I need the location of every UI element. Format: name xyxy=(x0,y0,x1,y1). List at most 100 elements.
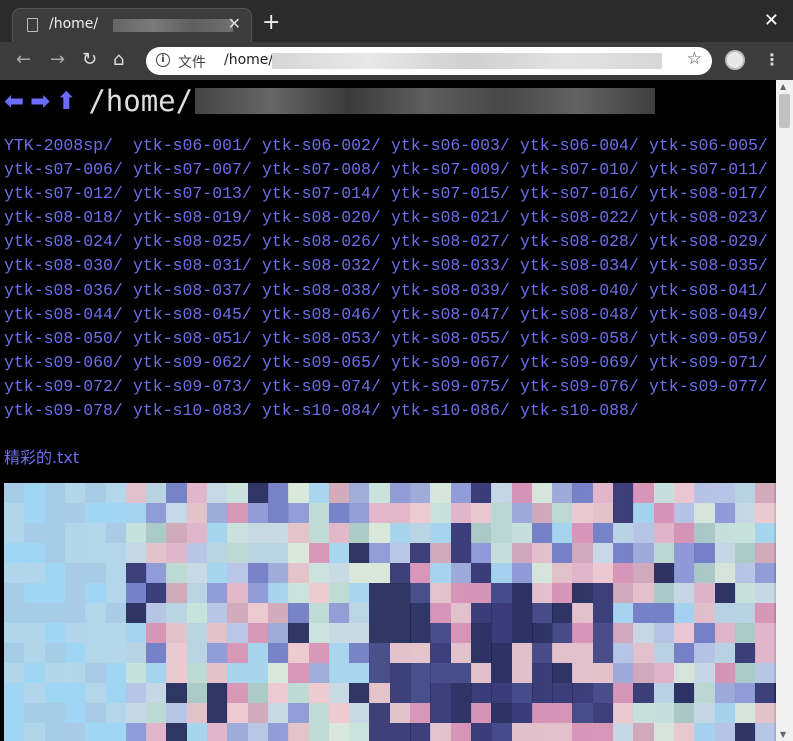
close-icon[interactable]: ✕ xyxy=(228,14,241,33)
plus-icon[interactable]: + xyxy=(262,12,280,34)
directory-link[interactable]: ytk-s10-084/ xyxy=(262,401,391,425)
menu-icon[interactable]: ⋮ xyxy=(764,50,780,69)
directory-link[interactable]: ytk-s09-058/ xyxy=(520,329,649,353)
directory-link[interactable]: ytk-s07-014/ xyxy=(262,184,391,208)
directory-link[interactable]: ytk-s08-044/ xyxy=(4,305,133,329)
directory-link[interactable]: ytk-s08-045/ xyxy=(133,305,262,329)
directory-link[interactable]: ytk-s10-083/ xyxy=(133,401,262,425)
directory-link[interactable]: ytk-s06-003/ xyxy=(391,136,520,160)
preview-pixel xyxy=(308,683,330,703)
directory-link[interactable]: ytk-s09-062/ xyxy=(133,353,262,377)
window-close-icon[interactable]: ✕ xyxy=(764,10,779,31)
preview-pixel xyxy=(207,523,228,543)
directory-link[interactable]: ytk-s09-075/ xyxy=(391,377,520,401)
file-link[interactable]: 精彩的.txt xyxy=(4,444,79,468)
preview-pixel xyxy=(85,563,107,583)
directory-link[interactable]: ytk-s09-067/ xyxy=(391,353,520,377)
home-icon[interactable]: ⌂ xyxy=(113,50,124,70)
directory-link[interactable]: ytk-s08-053/ xyxy=(262,329,391,353)
directory-link[interactable]: ytk-s06-001/ xyxy=(133,136,262,160)
directory-link[interactable]: ytk-s08-038/ xyxy=(262,281,391,305)
directory-link[interactable]: ytk-s10-086/ xyxy=(391,401,520,425)
directory-link[interactable]: ytk-s08-020/ xyxy=(262,208,391,232)
info-icon[interactable]: i xyxy=(156,53,170,67)
directory-link[interactable]: ytk-s07-015/ xyxy=(391,184,520,208)
directory-link[interactable]: ytk-s08-021/ xyxy=(391,208,520,232)
directory-link[interactable]: ytk-s08-037/ xyxy=(133,281,262,305)
directory-link[interactable]: ytk-s08-039/ xyxy=(391,281,520,305)
directory-link[interactable]: ytk-s08-024/ xyxy=(4,232,133,256)
scrollbar-thumb[interactable] xyxy=(779,94,790,128)
directory-link[interactable]: ytk-s08-032/ xyxy=(262,256,391,280)
directory-link[interactable]: ytk-s08-022/ xyxy=(520,208,649,232)
directory-link[interactable]: ytk-s06-005/ xyxy=(649,136,776,160)
directory-link[interactable]: ytk-s08-026/ xyxy=(262,232,391,256)
directory-link[interactable]: ytk-s08-036/ xyxy=(4,281,133,305)
preview-pixel xyxy=(328,583,350,603)
directory-link[interactable]: ytk-s09-060/ xyxy=(4,353,133,377)
directory-link[interactable]: ytk-s07-016/ xyxy=(520,184,649,208)
directory-link[interactable]: ytk-s09-065/ xyxy=(262,353,391,377)
address-bar[interactable]: i 文件 /home/ ☆ xyxy=(146,47,712,75)
directory-link[interactable]: ytk-s08-050/ xyxy=(4,329,133,353)
directory-link[interactable]: ytk-s08-027/ xyxy=(391,232,520,256)
directory-link[interactable]: ytk-s08-034/ xyxy=(520,256,649,280)
directory-link[interactable]: ytk-s09-074/ xyxy=(262,377,391,401)
directory-link[interactable]: ytk-s10-088/ xyxy=(520,401,649,425)
directory-link[interactable]: ytk-s08-051/ xyxy=(133,329,262,353)
directory-link[interactable]: ytk-s06-002/ xyxy=(262,136,391,160)
directory-link[interactable]: ytk-s08-033/ xyxy=(391,256,520,280)
directory-link[interactable]: ytk-s07-007/ xyxy=(133,160,262,184)
directory-link[interactable]: ytk-s08-048/ xyxy=(520,305,649,329)
directory-link[interactable]: ytk-s07-006/ xyxy=(4,160,133,184)
directory-link[interactable]: ytk-s09-078/ xyxy=(4,401,133,425)
directory-link[interactable]: ytk-s09-059/ xyxy=(649,329,776,353)
directory-link[interactable]: ytk-s08-029/ xyxy=(649,232,776,256)
directory-link[interactable]: ytk-s08-046/ xyxy=(262,305,391,329)
directory-link[interactable]: ytk-s07-013/ xyxy=(133,184,262,208)
directory-link[interactable]: ytk-s07-012/ xyxy=(4,184,133,208)
scroll-up-icon[interactable]: ▲ xyxy=(780,82,786,91)
reload-icon[interactable]: ↻ xyxy=(82,50,97,70)
directory-link[interactable]: ytk-s08-019/ xyxy=(133,208,262,232)
address-url[interactable]: /home/ xyxy=(224,52,273,68)
scrollbar[interactable]: ▲ ▼ xyxy=(776,80,793,741)
back-arrow-icon[interactable]: ⬅ xyxy=(4,87,24,115)
directory-link[interactable]: ytk-s08-055/ xyxy=(391,329,520,353)
back-icon[interactable]: ← xyxy=(16,50,31,70)
directory-link[interactable]: YTK-2008sp/ xyxy=(4,136,133,160)
preview-pixel xyxy=(4,543,25,563)
profile-icon[interactable] xyxy=(725,50,745,70)
directory-link[interactable]: ytk-s08-049/ xyxy=(649,305,776,329)
directory-link[interactable]: ytk-s07-011/ xyxy=(649,160,776,184)
star-icon[interactable]: ☆ xyxy=(687,49,702,69)
directory-link[interactable]: ytk-s09-077/ xyxy=(649,377,776,401)
forward-arrow-icon[interactable]: ➡ xyxy=(30,87,50,115)
directory-link[interactable]: ytk-s08-028/ xyxy=(520,232,649,256)
directory-link[interactable]: ytk-s08-031/ xyxy=(133,256,262,280)
directory-link[interactable]: ytk-s07-010/ xyxy=(520,160,649,184)
directory-link[interactable]: ytk-s09-071/ xyxy=(649,353,776,377)
directory-link[interactable]: ytk-s09-076/ xyxy=(520,377,649,401)
directory-link[interactable]: ytk-s08-047/ xyxy=(391,305,520,329)
up-arrow-icon[interactable]: ⬆ xyxy=(56,87,76,115)
directory-link[interactable]: ytk-s09-073/ xyxy=(133,377,262,401)
directory-link[interactable]: ytk-s08-030/ xyxy=(4,256,133,280)
scroll-down-icon[interactable]: ▼ xyxy=(780,730,786,739)
directory-link[interactable]: ytk-s09-072/ xyxy=(4,377,133,401)
browser-tab[interactable]: /home/ ✕ xyxy=(12,8,252,42)
directory-link[interactable]: ytk-s08-041/ xyxy=(649,281,776,305)
directory-link[interactable]: ytk-s07-009/ xyxy=(391,160,520,184)
forward-icon[interactable]: → xyxy=(50,50,65,70)
directory-link[interactable]: ytk-s08-023/ xyxy=(649,208,776,232)
directory-link[interactable]: ytk-s08-025/ xyxy=(133,232,262,256)
preview-pixel xyxy=(105,683,127,703)
directory-link[interactable]: ytk-s08-040/ xyxy=(520,281,649,305)
directory-link[interactable]: ytk-s08-035/ xyxy=(649,256,776,280)
directory-link[interactable]: ytk-s07-008/ xyxy=(262,160,391,184)
directory-link[interactable]: ytk-s08-017/ xyxy=(649,184,776,208)
directory-link[interactable]: ytk-s09-069/ xyxy=(520,353,649,377)
preview-pixel xyxy=(511,683,533,703)
directory-link[interactable]: ytk-s06-004/ xyxy=(520,136,649,160)
directory-link[interactable]: ytk-s08-018/ xyxy=(4,208,133,232)
